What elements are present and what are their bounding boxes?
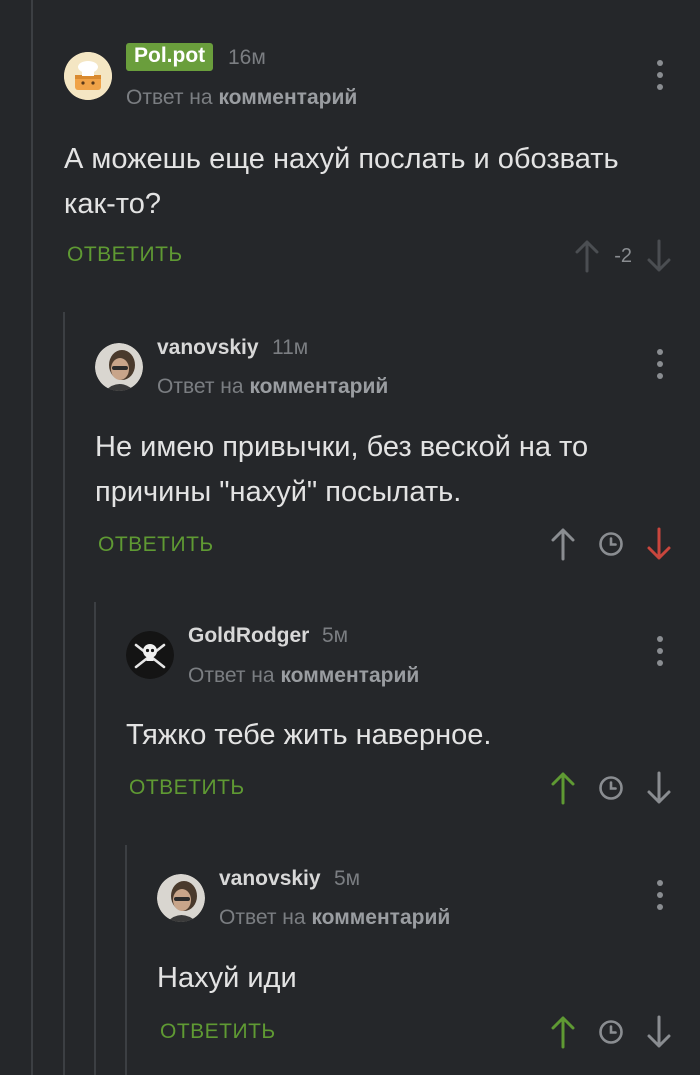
arrow-down-icon[interactable] bbox=[646, 527, 672, 561]
avatar[interactable] bbox=[64, 52, 112, 100]
reply-button[interactable]: ОТВЕТИТЬ bbox=[98, 533, 214, 557]
reply-to-prefix: Ответ на bbox=[219, 906, 306, 929]
avatar[interactable] bbox=[95, 343, 143, 391]
author-name[interactable]: GoldRodger bbox=[188, 624, 309, 648]
reply-button[interactable]: ОТВЕТИТЬ bbox=[129, 776, 245, 800]
vote-bar: -2 bbox=[574, 239, 672, 273]
more-options-icon[interactable] bbox=[650, 878, 670, 912]
arrow-up-icon[interactable] bbox=[574, 239, 600, 273]
reply-to-label: Ответ на комментарий bbox=[126, 86, 357, 110]
reply-to-link[interactable]: комментарий bbox=[311, 906, 450, 929]
arrow-down-icon[interactable] bbox=[646, 771, 672, 805]
comment: vanovskiy 5м Ответ на комментарий Нахуй … bbox=[157, 845, 700, 1075]
arrow-up-icon[interactable] bbox=[550, 527, 576, 561]
reply-to-link[interactable]: комментарий bbox=[249, 375, 388, 398]
author-name[interactable]: vanovskiy bbox=[157, 336, 259, 360]
reply-button[interactable]: ОТВЕТИТЬ bbox=[160, 1020, 276, 1044]
reply-to-link[interactable]: комментарий bbox=[280, 664, 419, 687]
comment: vanovskiy 11м Ответ на комментарий Не им… bbox=[95, 312, 700, 582]
arrow-up-icon[interactable] bbox=[550, 771, 576, 805]
reply-to-label: Ответ на комментарий bbox=[219, 906, 450, 930]
clock-icon[interactable] bbox=[598, 775, 624, 801]
comment: GoldRodger 5м Ответ на комментарий Тяжко… bbox=[126, 602, 700, 832]
comment-time: 16м bbox=[228, 46, 266, 69]
more-options-icon[interactable] bbox=[650, 634, 670, 668]
thread-line bbox=[31, 0, 33, 1075]
comment: Pol.pot 16м Ответ на комментарий А можеш… bbox=[64, 0, 700, 300]
clock-icon[interactable] bbox=[598, 531, 624, 557]
reply-to-label: Ответ на комментарий bbox=[188, 664, 419, 688]
comment-time: 5м bbox=[334, 867, 361, 890]
avatar[interactable] bbox=[126, 631, 174, 679]
vote-bar bbox=[550, 771, 672, 805]
thread-line bbox=[63, 312, 65, 1075]
reply-to-prefix: Ответ на bbox=[188, 664, 275, 687]
reply-to-prefix: Ответ на bbox=[126, 86, 213, 109]
reply-button[interactable]: ОТВЕТИТЬ bbox=[67, 243, 183, 267]
comment-text: Нахуй иди bbox=[157, 962, 297, 994]
arrow-down-icon[interactable] bbox=[646, 1015, 672, 1049]
comment-time: 11м bbox=[272, 336, 309, 359]
author-name[interactable]: vanovskiy bbox=[219, 867, 321, 891]
reply-to-label: Ответ на комментарий bbox=[157, 375, 388, 399]
reply-to-link[interactable]: комментарий bbox=[218, 86, 357, 109]
thread-line bbox=[94, 602, 96, 1075]
avatar[interactable] bbox=[157, 874, 205, 922]
comment-text: Не имею привычки, без веской на то причи… bbox=[95, 431, 589, 508]
vote-bar bbox=[550, 527, 672, 561]
rating-value: -2 bbox=[614, 244, 632, 267]
comment-text: Тяжко тебе жить наверное. bbox=[126, 719, 492, 751]
more-options-icon[interactable] bbox=[650, 347, 670, 381]
vote-bar bbox=[550, 1015, 672, 1049]
more-options-icon[interactable] bbox=[650, 58, 670, 92]
comment-time: 5м bbox=[322, 624, 349, 647]
reply-to-prefix: Ответ на bbox=[157, 375, 244, 398]
clock-icon[interactable] bbox=[598, 1019, 624, 1045]
arrow-down-icon[interactable] bbox=[646, 239, 672, 273]
author-name[interactable]: Pol.pot bbox=[126, 43, 214, 71]
arrow-up-icon[interactable] bbox=[550, 1015, 576, 1049]
comment-text: А можешь еще нахуй послать и обозвать ка… bbox=[64, 143, 619, 220]
thread-line bbox=[125, 845, 127, 1075]
